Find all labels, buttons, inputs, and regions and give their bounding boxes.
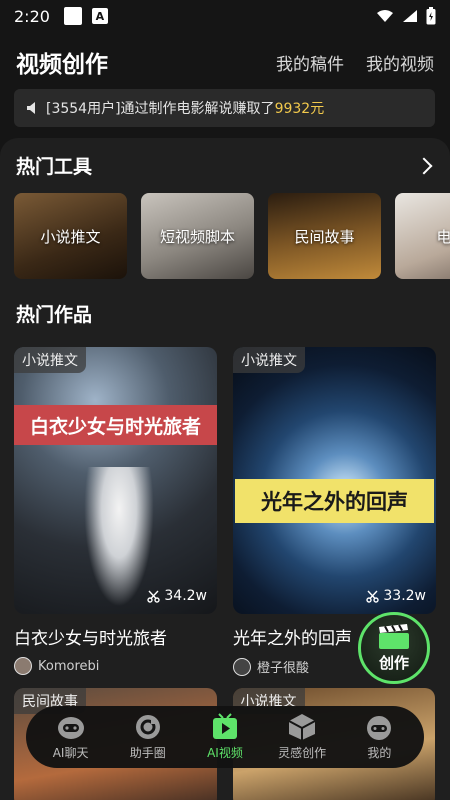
tab-inspiration[interactable]: 灵感创作 — [265, 713, 339, 761]
chevron-right-icon[interactable] — [415, 157, 433, 174]
tab-profile[interactable]: 我的 — [342, 713, 416, 761]
notification-icon — [63, 7, 82, 25]
tool-label: 民间故事 — [294, 227, 355, 246]
robot-icon — [57, 717, 84, 739]
avatar — [233, 657, 251, 676]
create-button[interactable]: 创作 — [358, 612, 430, 684]
hot-works-header: 热门作品 — [16, 300, 434, 327]
scissors-icon — [366, 590, 380, 603]
author-name: 橙子很酸 — [257, 661, 310, 676]
app-notification-icon: A — [91, 8, 108, 24]
tab-label: 助手圈 — [129, 746, 166, 760]
video-play-icon — [212, 713, 237, 739]
tool-label: 电影 — [436, 227, 450, 246]
work-thumbnail[interactable]: 小说推文 白衣少女与时光旅者 34.2w — [14, 347, 217, 614]
clapperboard-icon — [379, 623, 409, 649]
tab-ai-chat[interactable]: AI聊天 — [34, 713, 108, 761]
circle-icon — [135, 715, 160, 739]
status-time: 2:20 — [14, 6, 50, 26]
tool-novel-promo[interactable]: 小说推文 — [14, 193, 127, 279]
tab-label: 我的 — [367, 746, 392, 760]
avatar — [14, 657, 32, 675]
work-banner: 光年之外的回声 — [235, 479, 434, 523]
battery-icon — [426, 7, 436, 25]
work-banner: 白衣少女与时光旅者 — [14, 405, 217, 445]
tool-label: 小说推文 — [40, 227, 101, 246]
scissors-icon — [147, 590, 161, 603]
hot-tools-title: 热门工具 — [16, 156, 93, 178]
my-videos-link[interactable]: 我的视频 — [366, 50, 434, 75]
tab-label: 灵感创作 — [278, 746, 327, 760]
work-thumbnail[interactable]: 小说推文 光年之外的回声 33.2w — [233, 347, 436, 614]
tool-movie[interactable]: 电影 — [395, 193, 450, 279]
view-count: 34.2w — [147, 588, 207, 604]
tool-short-video-script[interactable]: 短视频脚本 — [141, 193, 254, 279]
view-count: 33.2w — [366, 588, 426, 604]
bottom-tab-bar: AI聊天 助手圈 AI视频 灵感创作 我的 — [26, 706, 424, 768]
create-button-label: 创作 — [378, 653, 409, 672]
view-count-value: 33.2w — [383, 588, 426, 604]
work-author: Komorebi — [14, 657, 217, 675]
work-card[interactable]: 小说推文 白衣少女与时光旅者 34.2w 白衣少女与时光旅者 Komorebi — [14, 347, 217, 676]
figure-illustration — [84, 467, 154, 607]
work-tag: 小说推文 — [233, 347, 305, 373]
header-links: 我的稿件 我的视频 — [276, 50, 434, 75]
author-name: Komorebi — [38, 658, 100, 674]
view-count-value: 34.2w — [164, 588, 207, 604]
page-title: 视频创作 — [16, 52, 108, 78]
status-icons — [376, 7, 436, 25]
work-title: 白衣少女与时光旅者 — [14, 629, 167, 649]
hot-works-title: 热门作品 — [16, 304, 93, 326]
status-bar: 2:20 A — [0, 0, 450, 32]
wifi-icon — [377, 10, 393, 22]
hot-tools-list: 小说推文 短视频脚本 民间故事 电影 — [14, 193, 450, 279]
speaker-icon — [27, 102, 35, 114]
tool-folk-story[interactable]: 民间故事 — [268, 193, 381, 279]
cube-icon — [288, 714, 316, 740]
tool-label: 短视频脚本 — [159, 227, 235, 246]
tab-ai-video[interactable]: AI视频 — [188, 713, 262, 761]
tab-label: AI聊天 — [52, 746, 89, 760]
work-tag: 小说推文 — [14, 347, 86, 373]
profile-robot-icon — [367, 716, 392, 740]
header: 视频创作 我的稿件 我的视频 — [0, 40, 450, 84]
tab-label: AI视频 — [207, 746, 243, 760]
earnings-notice[interactable]: [3554用户]通过制作电影解说赚取了 9932元 — [14, 89, 435, 127]
signal-icon — [403, 10, 417, 22]
tab-assistant-circle[interactable]: 助手圈 — [111, 713, 185, 761]
my-drafts-link[interactable]: 我的稿件 — [276, 50, 344, 75]
notice-amount: 9932元 — [274, 101, 325, 117]
notice-text: [3554用户]通过制作电影解说赚取了 — [46, 101, 275, 117]
hot-tools-header: 热门工具 — [16, 152, 434, 179]
